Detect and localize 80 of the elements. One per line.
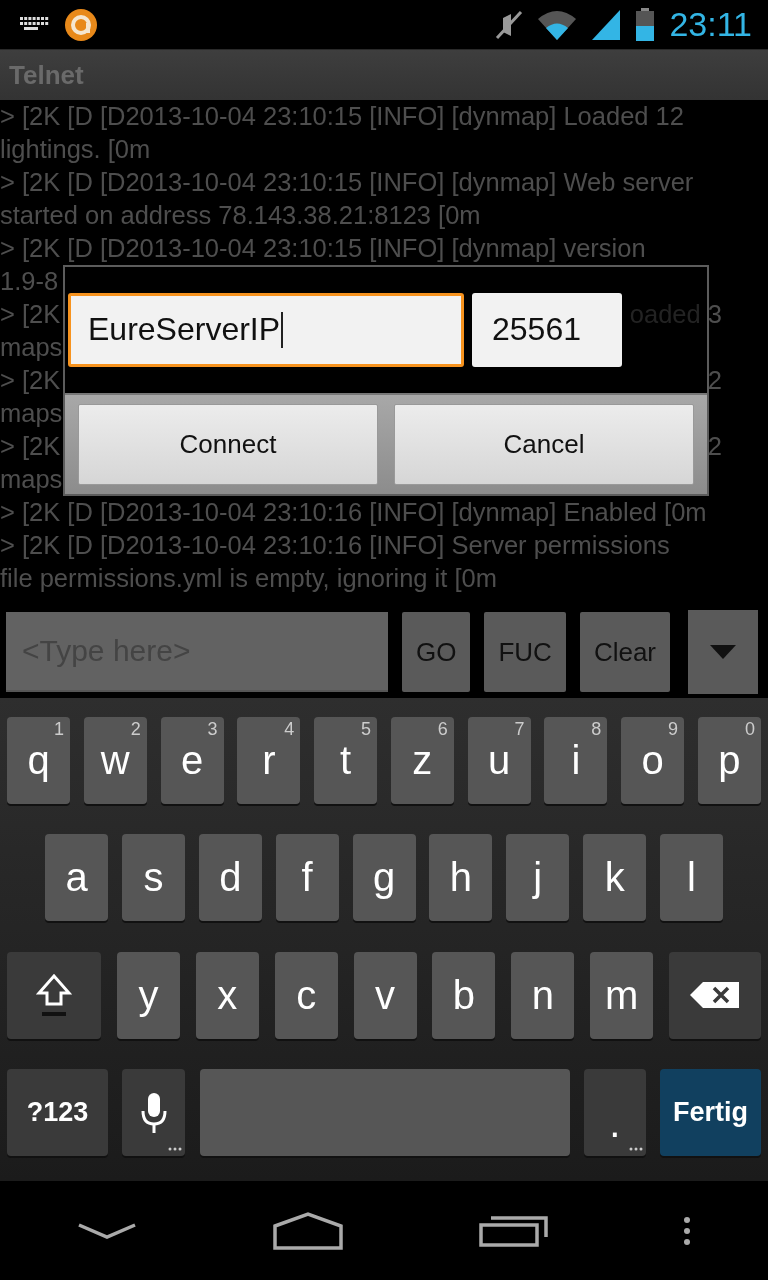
key[interactable]: l [660,834,723,922]
log-line: maps [0,397,63,429]
backspace-icon [689,981,741,1010]
key[interactable]: f [275,834,339,922]
port-field[interactable]: 25561 [472,292,622,367]
shift-key[interactable] [7,951,101,1039]
digit-hint: 3 [207,718,218,740]
key[interactable]: y [116,951,180,1039]
log-line: file permissions.yml is empty, ignoring it [0m [0,562,497,594]
key[interactable]: n [511,951,575,1039]
key[interactable]: t 5 [314,716,378,804]
log-line: > [2K [0,430,61,462]
log-line: > [2K [D [D2013-10-04 23:10:15 [INFO] [dynmap] Web server [0,166,694,198]
signal-icon [591,8,622,41]
digit-hint: 7 [514,718,525,740]
log-line: maps [0,463,63,495]
log-line: started on address 78.143.38.21:8123 [0m [0,199,481,231]
key[interactable]: c [274,951,338,1039]
digit-hint: 8 [591,718,602,740]
key[interactable]: b [432,951,496,1039]
wifi-icon [537,8,578,41]
menu-icon[interactable] [683,1215,691,1246]
digit-hint: 9 [668,718,679,740]
host-field[interactable]: EureServerIP [68,292,464,367]
log-line: 1.9-8 [0,265,59,297]
digit-hint: 6 [437,718,448,740]
dropdown-button[interactable] [688,610,759,695]
log-line: lightings. [0m [0,133,151,165]
log-line: > [2K [D [D2013-10-04 23:10:15 [INFO] [dynmap] version [0,232,646,264]
log-line: 2 [707,430,722,462]
key[interactable]: e 3 [160,716,224,804]
dialog-button[interactable]: Connect [78,403,378,485]
recent-apps-icon[interactable] [479,1214,549,1247]
battery-icon [635,7,656,42]
log-line: > [2K [0,298,61,330]
key[interactable]: j [506,834,570,922]
log-line: > [2K [D [D2013-10-04 23:10:16 [INFO] Server permissions [0,529,670,561]
keyboard-icon [20,16,50,33]
done-key[interactable]: Fertig [660,1069,761,1157]
key[interactable]: u 7 [467,716,531,804]
key[interactable]: r 4 [237,716,301,804]
log-line: > [2K [D [D2013-10-04 23:10:16 [INFO] [dynmap] Enabled [0m [0,496,707,528]
dropdown-arrow-icon [710,645,737,660]
key[interactable]: . [583,1069,646,1157]
digit-hint: 4 [284,718,295,740]
home-icon[interactable] [271,1211,345,1250]
key[interactable]: w 2 [83,716,147,804]
log-line: > [2K [0,364,61,396]
clock-time: 23:11 [669,5,752,45]
digit-hint: 1 [54,718,64,740]
more-dots-icon [168,1147,183,1152]
key[interactable]: g [352,834,416,922]
key[interactable]: z 6 [390,716,454,804]
shift-arrow-icon [36,973,72,1018]
key[interactable]: s [121,834,185,922]
backspace-key[interactable] [669,951,761,1039]
key[interactable]: i 8 [544,716,608,804]
log-line: 2 [707,364,722,396]
key[interactable]: d [198,834,262,922]
key[interactable]: a [45,834,108,922]
key[interactable]: m [590,951,654,1039]
key[interactable]: q 1 [7,716,70,804]
digit-hint: 5 [361,718,372,740]
log-line: maps [0,331,63,363]
vibrate-muted-icon [495,9,524,40]
app-logo-icon [64,7,98,42]
digit-hint: 0 [744,718,755,740]
key[interactable]: h [429,834,493,922]
key[interactable]: x [195,951,259,1039]
microphone-key[interactable] [122,1069,186,1157]
key[interactable]: o 9 [621,716,685,804]
key[interactable]: k [583,834,647,922]
digit-hint: 2 [130,718,141,740]
symbols-key[interactable]: ?123 [7,1069,108,1157]
log-line: > [2K [D [D2013-10-04 23:10:15 [INFO] [dynmap] Loaded 12 [0,100,684,132]
key[interactable]: p 0 [697,716,761,804]
more-dots-icon [628,1147,643,1152]
key[interactable]: v [353,951,417,1039]
dialog-button[interactable]: Cancel [394,403,694,485]
text-cursor [281,311,284,348]
